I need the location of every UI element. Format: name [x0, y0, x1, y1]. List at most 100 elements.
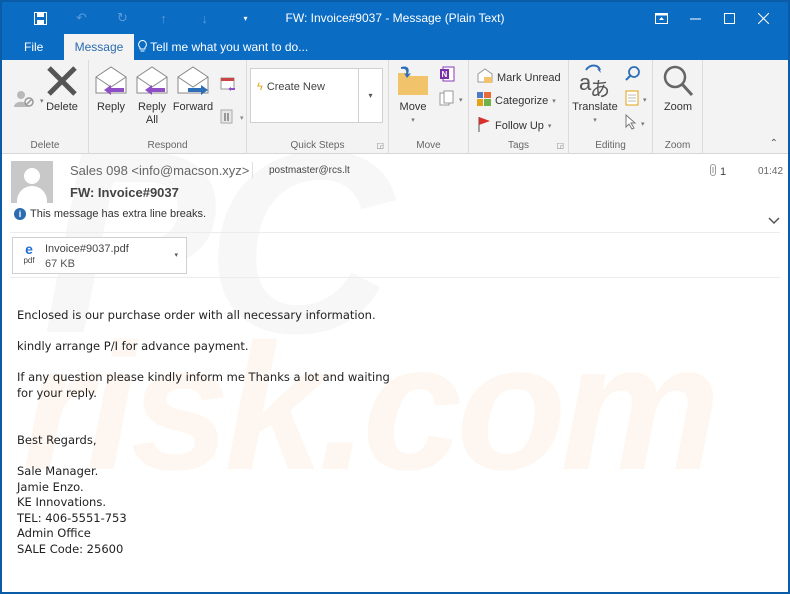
- body-line: [17, 324, 390, 340]
- body-line: [17, 402, 390, 418]
- group-label-tags: Tags: [507, 140, 530, 151]
- group-label-move: Move: [416, 140, 441, 151]
- meeting-reply-button[interactable]: [220, 76, 236, 95]
- delete-label: Delete: [46, 101, 78, 113]
- attachment-invoice[interactable]: e pdf Invoice#9037.pdf 67 KB ▾: [12, 237, 187, 274]
- move-button[interactable]: Move ▾: [395, 64, 431, 127]
- reading-pane: PC risk.com Sales 098 <info@macson.xyz> …: [2, 154, 788, 592]
- related-button[interactable]: ▾: [625, 90, 647, 109]
- attachment-name: Invoice#9037.pdf: [45, 243, 129, 255]
- tell-me-search[interactable]: Tell me what you want to do...: [138, 34, 308, 60]
- more-respond-icon: [220, 108, 236, 127]
- sender[interactable]: Sales 098 <info@macson.xyz>: [70, 163, 249, 178]
- paperclip-icon: [710, 164, 716, 179]
- group-quick-steps: ϟ Create New ▾ Quick Steps ◲: [247, 60, 389, 154]
- ribbon-tabs: File Message Tell me what you want to do…: [2, 34, 788, 60]
- calendar-reply-icon: [220, 76, 236, 95]
- related-icon: [625, 90, 639, 109]
- attachment-dropdown-icon[interactable]: ▾: [174, 251, 178, 259]
- reply-icon: [94, 64, 128, 98]
- body-line: Jamie Enzo.: [17, 479, 84, 494]
- move-label: Move: [399, 101, 427, 113]
- body-line: Sale Manager.: [17, 463, 99, 478]
- categorize-button[interactable]: Categorize ▾: [477, 92, 556, 109]
- reply-button[interactable]: Reply: [93, 64, 129, 114]
- move-folder-icon: [396, 64, 430, 98]
- quick-steps-more-button[interactable]: ▾: [358, 69, 382, 122]
- tell-me-text: Tell me what you want to do...: [150, 40, 309, 54]
- group-move: Move ▾ N ▾ Move: [389, 60, 469, 154]
- header-separator: [10, 232, 780, 233]
- info-bar[interactable]: i This message has extra line breaks.: [14, 208, 206, 220]
- tags-dialog-launcher-icon[interactable]: ◲: [556, 141, 564, 150]
- ribbon-display-options-icon[interactable]: [644, 6, 678, 30]
- ribbon: ▾ Delete Delete Reply Reply All Forward …: [2, 60, 788, 154]
- actions-dropdown-icon: ▾: [459, 96, 463, 104]
- body-line: Enclosed is our purchase order with all …: [17, 308, 376, 322]
- onenote-button[interactable]: N: [439, 66, 455, 85]
- group-label-delete: Delete: [30, 140, 60, 151]
- reply-all-button[interactable]: Reply All: [134, 64, 170, 127]
- body-line: Admin Office: [17, 526, 91, 541]
- flag-icon: [477, 116, 491, 135]
- translate-button[interactable]: aあ Translate ▾: [572, 64, 618, 127]
- quick-step-create-new[interactable]: ϟ Create New: [257, 81, 325, 93]
- related-dropdown-icon: ▾: [643, 96, 647, 104]
- categorize-icon: [477, 92, 491, 109]
- body-line: SALE Code: 25600: [17, 541, 124, 556]
- body-line: [17, 417, 390, 433]
- reply-all-label-line2: All: [145, 114, 159, 126]
- tab-file[interactable]: File: [14, 34, 53, 60]
- translate-dropdown-icon: ▾: [593, 117, 597, 124]
- tab-message[interactable]: Message: [64, 34, 134, 60]
- body-line: [17, 355, 390, 371]
- body-line: KE Innovations.: [17, 495, 106, 510]
- actions-icon: [439, 90, 455, 109]
- actions-button[interactable]: ▾: [439, 90, 463, 109]
- collapse-ribbon-icon[interactable]: ⌃: [770, 138, 778, 149]
- forward-label: Forward: [172, 101, 214, 113]
- mark-unread-button[interactable]: Mark Unread: [477, 68, 561, 87]
- delete-button[interactable]: Delete: [44, 64, 80, 114]
- reply-all-label-line1: Reply: [137, 101, 167, 113]
- sender-avatar: [11, 161, 53, 203]
- forward-button[interactable]: Forward: [173, 64, 213, 114]
- minimize-icon[interactable]: [678, 6, 712, 30]
- categorize-dropdown-icon: ▾: [552, 97, 556, 105]
- body-line: kindly arrange P/I for advance payment.: [17, 339, 249, 354]
- ignore-dropdown-icon: ▾: [40, 97, 44, 105]
- header-divider: [252, 162, 253, 178]
- lightbulb-icon: [138, 39, 150, 54]
- message-body: Enclosed is our purchase order with all …: [17, 308, 390, 558]
- zoom-button[interactable]: Zoom: [660, 64, 696, 114]
- body-line: If any question please kindly inform me …: [17, 370, 390, 385]
- group-tags: Mark Unread Categorize ▾ Follow Up ▾ Tag…: [469, 60, 569, 154]
- attachment-count: 1: [710, 164, 726, 179]
- expand-header-icon[interactable]: [768, 214, 780, 228]
- info-icon: i: [14, 208, 26, 220]
- quick-steps-dialog-launcher-icon[interactable]: ◲: [376, 141, 384, 150]
- onenote-icon: N: [439, 66, 455, 85]
- group-zoom: Zoom Zoom: [653, 60, 703, 154]
- attachment-size: 67 KB: [45, 258, 75, 270]
- maximize-icon[interactable]: [712, 6, 746, 30]
- reply-label: Reply: [96, 101, 126, 113]
- message-subject: FW: Invoice#9037: [70, 185, 179, 200]
- group-label-quick-steps: Quick Steps: [290, 140, 345, 151]
- find-button[interactable]: [625, 66, 641, 85]
- close-icon[interactable]: [746, 6, 780, 30]
- move-dropdown-icon: ▾: [411, 117, 415, 124]
- more-respond-button[interactable]: ▾: [220, 108, 244, 127]
- select-button[interactable]: ▾: [625, 113, 645, 133]
- create-new-label: Create New: [266, 81, 325, 93]
- ignore-button[interactable]: ▾: [14, 90, 44, 111]
- quick-steps-gallery: ϟ Create New ▾: [250, 68, 383, 123]
- follow-up-button[interactable]: Follow Up ▾: [477, 116, 551, 135]
- recipient[interactable]: postmaster@rcs.lt: [269, 165, 350, 176]
- group-label-editing: Editing: [595, 140, 626, 151]
- delete-x-icon: [45, 64, 79, 98]
- body-line: TEL: 406-5551-753: [17, 510, 127, 525]
- body-line: for your reply.: [17, 385, 97, 400]
- outlook-message-window: ↶ ↻ ↑ ↓ ▾ FW: Invoice#9037 - Message (Pl…: [0, 0, 790, 594]
- ignore-icon: [14, 90, 36, 111]
